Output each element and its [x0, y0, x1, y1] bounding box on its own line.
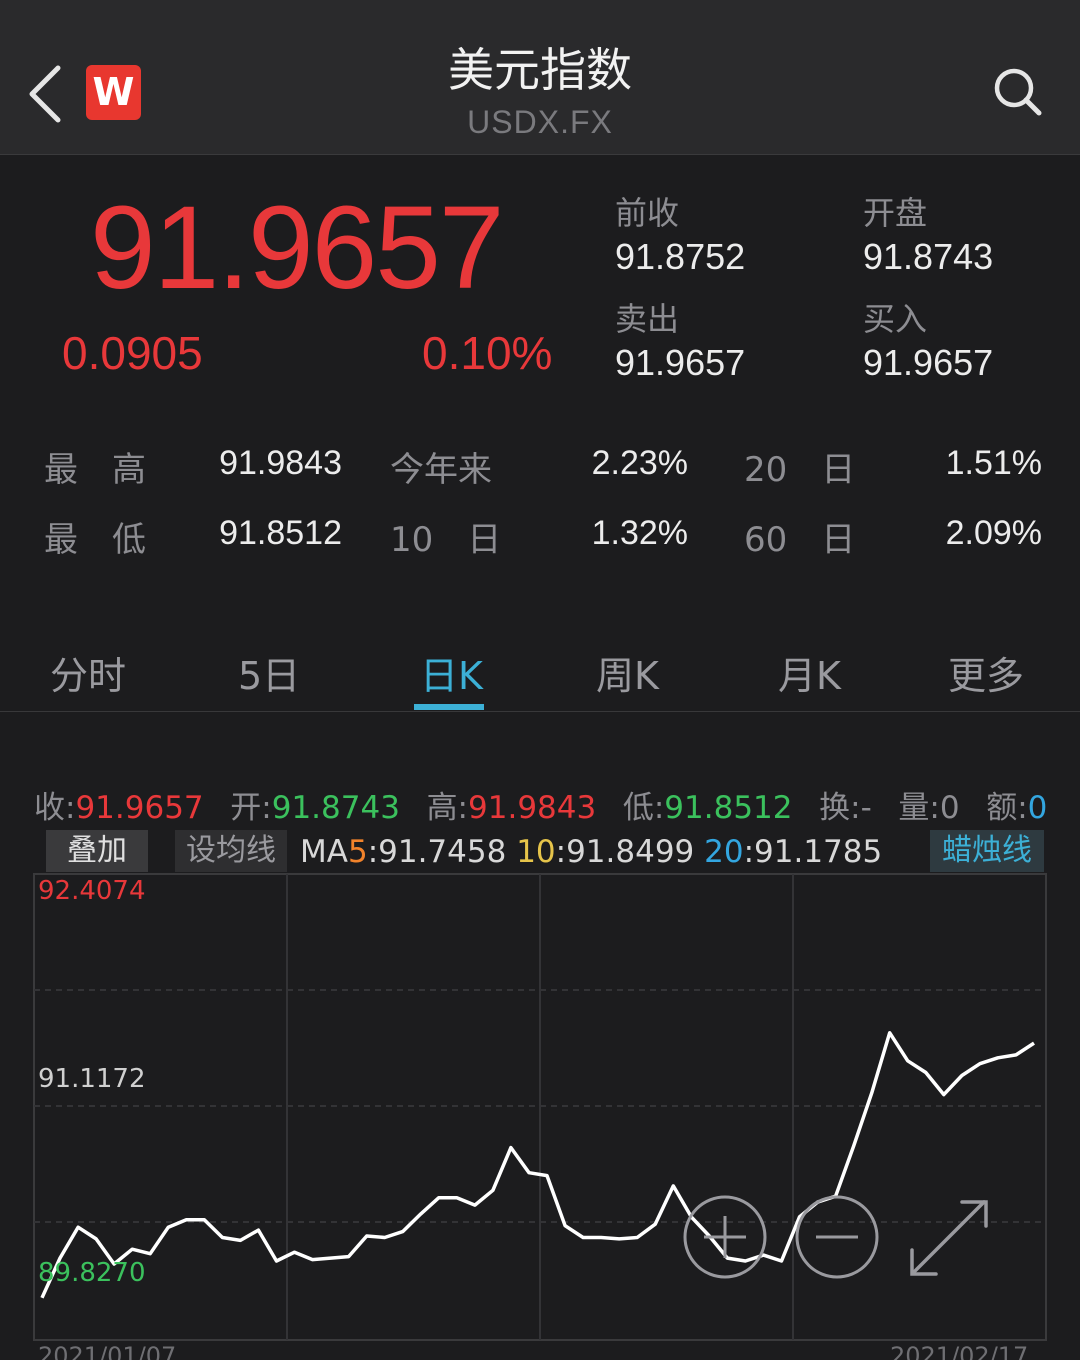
tab-intraday[interactable]: 分时	[50, 645, 126, 700]
ma5-value: :91.7458	[367, 834, 507, 870]
prev-close-value: 91.8752	[615, 236, 746, 277]
y-axis-mid: 91.1172	[38, 1064, 146, 1094]
symbol-code: USDX.FX	[467, 104, 613, 140]
ytd-label: 今年来	[390, 450, 492, 490]
info-open-label: 开:	[230, 790, 272, 826]
info-close-value: 91.9657	[75, 790, 204, 826]
ma-prefix: MA	[300, 834, 348, 870]
info-low-label: 低:	[622, 790, 665, 826]
set-ma-button[interactable]: 设均线	[175, 830, 287, 872]
info-low-value: 91.8512	[664, 790, 793, 826]
info-amount-label: 额:	[986, 790, 1028, 826]
price-change-pct: 0.10%	[422, 327, 553, 379]
d60-value: 2.09%	[945, 514, 1042, 552]
search-icon[interactable]	[992, 66, 1044, 118]
tab-5day[interactable]: 5日	[238, 645, 300, 700]
sell-label: 卖出	[615, 300, 680, 338]
info-high-label: 高:	[426, 790, 469, 826]
buy-value: 91.9657	[863, 342, 994, 383]
x-axis-end: 2021/02/17	[890, 1342, 1029, 1360]
active-tab-indicator	[414, 704, 484, 710]
chart-grid	[33, 873, 1047, 1341]
ma-values: MA5:91.7458 10:91.8499 20:91.1785	[300, 834, 882, 870]
overlay-button[interactable]: 叠加	[46, 830, 148, 872]
d60-label: 60 日	[744, 520, 856, 560]
info-volume-label: 量:	[898, 790, 940, 826]
low-label: 最 低	[44, 520, 146, 560]
ma20-key: 20	[704, 834, 744, 870]
zoom-in-icon[interactable]	[682, 1194, 768, 1280]
buy-label: 买入	[863, 300, 928, 338]
period-tabs: 分时 5日 日K 周K 月K 更多	[0, 625, 1080, 712]
page-title: 美元指数	[448, 43, 632, 97]
price-chart[interactable]	[0, 870, 1080, 1360]
ytd-value: 2.23%	[591, 444, 688, 482]
tab-weekly-k[interactable]: 周K	[596, 645, 659, 700]
low-value: 91.8512	[219, 514, 342, 552]
prev-close-label: 前收	[615, 194, 680, 232]
d10-label: 10 日	[390, 520, 502, 560]
ma10-value: :91.8499	[555, 834, 695, 870]
ma20-value: :91.1785	[743, 834, 883, 870]
high-label: 最 高	[44, 450, 146, 490]
top-bar: W 美元指数 USDX.FX	[0, 0, 1080, 155]
price-line	[40, 1031, 1035, 1299]
sell-value: 91.9657	[615, 342, 746, 383]
candlestick-toggle-button[interactable]: 蜡烛线	[930, 830, 1044, 872]
tab-more[interactable]: 更多	[948, 645, 1024, 700]
last-price: 91.9657	[90, 182, 505, 314]
ohlc-info-row: 收:91.9657 开:91.8743 高:91.9843 低:91.8512 …	[34, 782, 1047, 827]
info-turnover-value: -	[860, 790, 872, 826]
d10-value: 1.32%	[591, 514, 688, 552]
price-change: 0.0905	[62, 327, 203, 379]
info-high-value: 91.9843	[468, 790, 597, 826]
info-open-value: 91.8743	[271, 790, 400, 826]
info-amount-value: 0	[1027, 790, 1048, 826]
ma5-key: 5	[347, 834, 368, 870]
info-turnover-label: 换:	[819, 790, 861, 826]
open-label: 开盘	[863, 194, 928, 232]
y-axis-max: 92.4074	[38, 876, 146, 906]
x-axis-start: 2021/01/07	[38, 1342, 177, 1360]
d20-value: 1.51%	[945, 444, 1042, 482]
info-volume-value: 0	[939, 790, 960, 826]
open-value: 91.8743	[863, 236, 994, 277]
tab-monthly-k[interactable]: 月K	[778, 645, 841, 700]
fullscreen-icon[interactable]	[906, 1196, 992, 1280]
high-value: 91.9843	[219, 444, 342, 482]
tab-daily-k[interactable]: 日K	[420, 645, 483, 700]
info-close-label: 收:	[34, 790, 76, 826]
ma10-key: 10	[516, 834, 556, 870]
y-axis-min: 89.8270	[38, 1258, 146, 1288]
zoom-out-icon[interactable]	[794, 1194, 880, 1280]
d20-label: 20 日	[744, 450, 856, 490]
